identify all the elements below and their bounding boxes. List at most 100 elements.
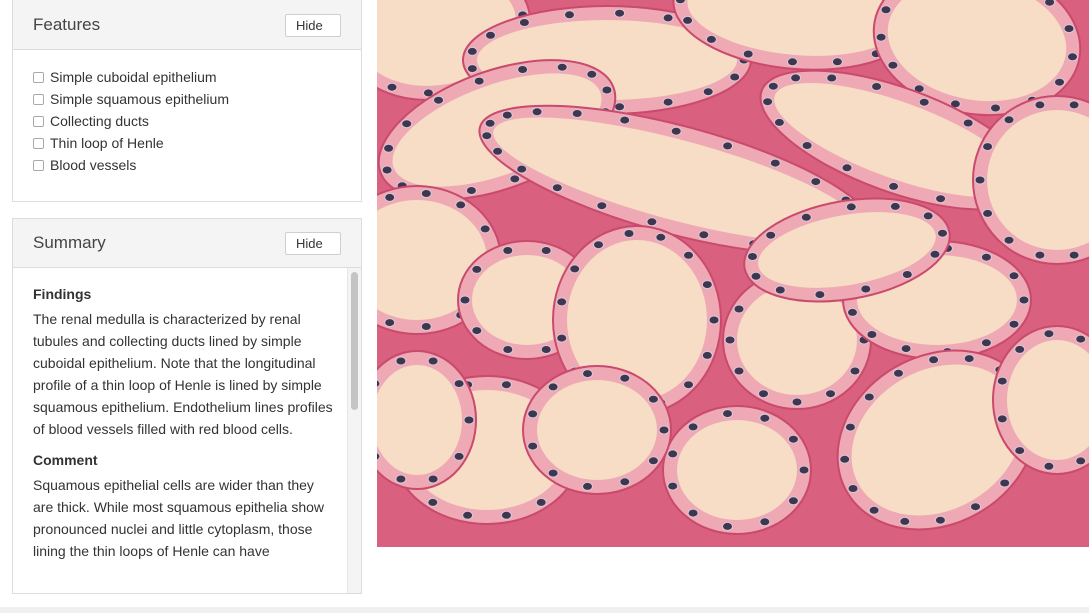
cell-nucleus xyxy=(701,280,713,290)
cell-nucleus xyxy=(839,454,851,464)
feature-checkbox[interactable] xyxy=(33,115,44,127)
cell-nucleus xyxy=(996,414,1008,424)
cell-nucleus xyxy=(551,183,563,193)
cell-nucleus xyxy=(974,175,986,185)
feature-item-thin-loop[interactable]: Thin loop of Henle xyxy=(33,132,341,154)
cell-nucleus xyxy=(527,409,539,419)
cell-nucleus xyxy=(586,69,598,79)
feature-item-simple-cuboidal[interactable]: Simple cuboidal epithelium xyxy=(33,66,341,88)
features-list: Simple cuboidal epithelium Simple squamo… xyxy=(13,50,361,176)
cell-nucleus xyxy=(647,456,659,466)
cell-nucleus xyxy=(582,481,593,491)
cell-nucleus xyxy=(1043,461,1055,471)
cell-nucleus xyxy=(970,502,981,512)
feature-checkbox[interactable] xyxy=(33,93,44,105)
cell-nucleus xyxy=(845,202,857,212)
cell-nucleus xyxy=(733,304,745,314)
features-hide-button[interactable]: Hide xyxy=(285,13,341,37)
cell-nucleus xyxy=(871,82,883,91)
cell-nucleus xyxy=(698,230,710,240)
summary-scrollbar[interactable] xyxy=(347,268,361,593)
feature-checkbox[interactable] xyxy=(33,71,44,83)
cell-nucleus xyxy=(800,212,812,222)
features-title: Features xyxy=(33,15,101,34)
cell-nucleus xyxy=(849,366,861,376)
cell-nucleus xyxy=(471,326,483,336)
cell-nucleus xyxy=(1034,250,1046,260)
cell-nucleus xyxy=(831,57,843,67)
cell-nucleus xyxy=(765,230,777,240)
cell-nucleus xyxy=(518,18,530,27)
cell-nucleus xyxy=(1054,77,1065,87)
cell-nucleus xyxy=(502,246,514,255)
cell-nucleus xyxy=(963,354,975,364)
feature-checkbox[interactable] xyxy=(33,137,44,149)
summary-hide-button[interactable]: Hide xyxy=(285,231,341,255)
feature-item-blood-vessels[interactable]: Blood vessels xyxy=(33,154,341,176)
cell-nucleus xyxy=(420,189,432,198)
comment-text: Squamous epithelial cells are wider than… xyxy=(33,477,325,559)
cell-nucleus xyxy=(901,270,913,279)
cell-nucleus xyxy=(479,224,491,234)
cell-nucleus xyxy=(701,350,713,360)
cell-nucleus xyxy=(759,517,771,527)
cell-nucleus xyxy=(556,333,568,343)
cell-nucleus xyxy=(729,72,741,82)
cell-nucleus xyxy=(601,85,613,95)
cell-nucleus xyxy=(863,392,875,402)
cell-nucleus xyxy=(384,192,396,202)
feature-item-collecting-ducts[interactable]: Collecting ducts xyxy=(33,110,341,132)
cell-nucleus xyxy=(674,0,686,5)
cell-nucleus xyxy=(531,107,543,117)
cell-nucleus xyxy=(401,119,413,129)
cell-nucleus xyxy=(556,62,568,72)
summary-panel: Summary Hide Findings The renal medulla … xyxy=(12,218,362,594)
cell-nucleus xyxy=(773,117,785,127)
cell-nucleus xyxy=(996,376,1008,386)
feature-item-simple-squamous[interactable]: Simple squamous epithelium xyxy=(33,88,341,110)
cell-nucleus xyxy=(466,64,478,74)
cell-nucleus xyxy=(1067,52,1078,62)
summary-title: Summary xyxy=(33,233,106,252)
cell-nucleus xyxy=(814,290,826,300)
comment-heading: Comment xyxy=(33,452,98,468)
cell-nucleus xyxy=(708,315,720,325)
cell-nucleus xyxy=(1014,344,1026,354)
feature-checkbox[interactable] xyxy=(33,159,44,171)
cell-nucleus xyxy=(667,449,679,459)
cell-nucleus xyxy=(733,366,745,376)
cell-nucleus xyxy=(687,508,699,518)
cell-nucleus xyxy=(473,76,485,86)
summary-body[interactable]: Findings The renal medulla is characteri… xyxy=(13,268,361,593)
cell-nucleus xyxy=(462,510,474,520)
cell-nucleus xyxy=(982,142,994,152)
summary-scroll-thumb[interactable] xyxy=(351,272,358,410)
cell-nucleus xyxy=(453,451,465,461)
cell-nucleus xyxy=(453,379,465,389)
cell-nucleus xyxy=(564,10,575,20)
cell-nucleus xyxy=(762,97,774,107)
cell-nucleus xyxy=(887,60,899,70)
features-panel: Features Hide Simple cuboidal epithelium… xyxy=(12,0,362,202)
cell-nucleus xyxy=(492,146,504,156)
cell-nucleus xyxy=(1043,329,1055,339)
cell-nucleus xyxy=(547,382,559,392)
cell-nucleus xyxy=(662,97,674,107)
cell-nucleus xyxy=(1044,0,1056,7)
cell-nucleus xyxy=(702,87,714,97)
cell-nucleus xyxy=(1034,100,1046,110)
histology-image-viewer[interactable] xyxy=(377,0,1089,547)
cell-nucleus xyxy=(810,177,822,187)
summary-header: Summary Hide xyxy=(13,219,361,268)
findings-heading: Findings xyxy=(33,286,92,302)
cell-nucleus xyxy=(767,81,779,91)
cell-nucleus xyxy=(547,468,559,478)
cell-nucleus xyxy=(826,73,838,83)
cell-nucleus xyxy=(889,201,901,211)
cell-nucleus xyxy=(646,217,658,227)
cell-nucleus xyxy=(742,49,754,59)
findings-text: The renal medulla is characterized by re… xyxy=(33,311,333,437)
cell-nucleus xyxy=(427,474,439,484)
cell-nucleus xyxy=(787,57,798,67)
cell-nucleus xyxy=(420,322,432,331)
